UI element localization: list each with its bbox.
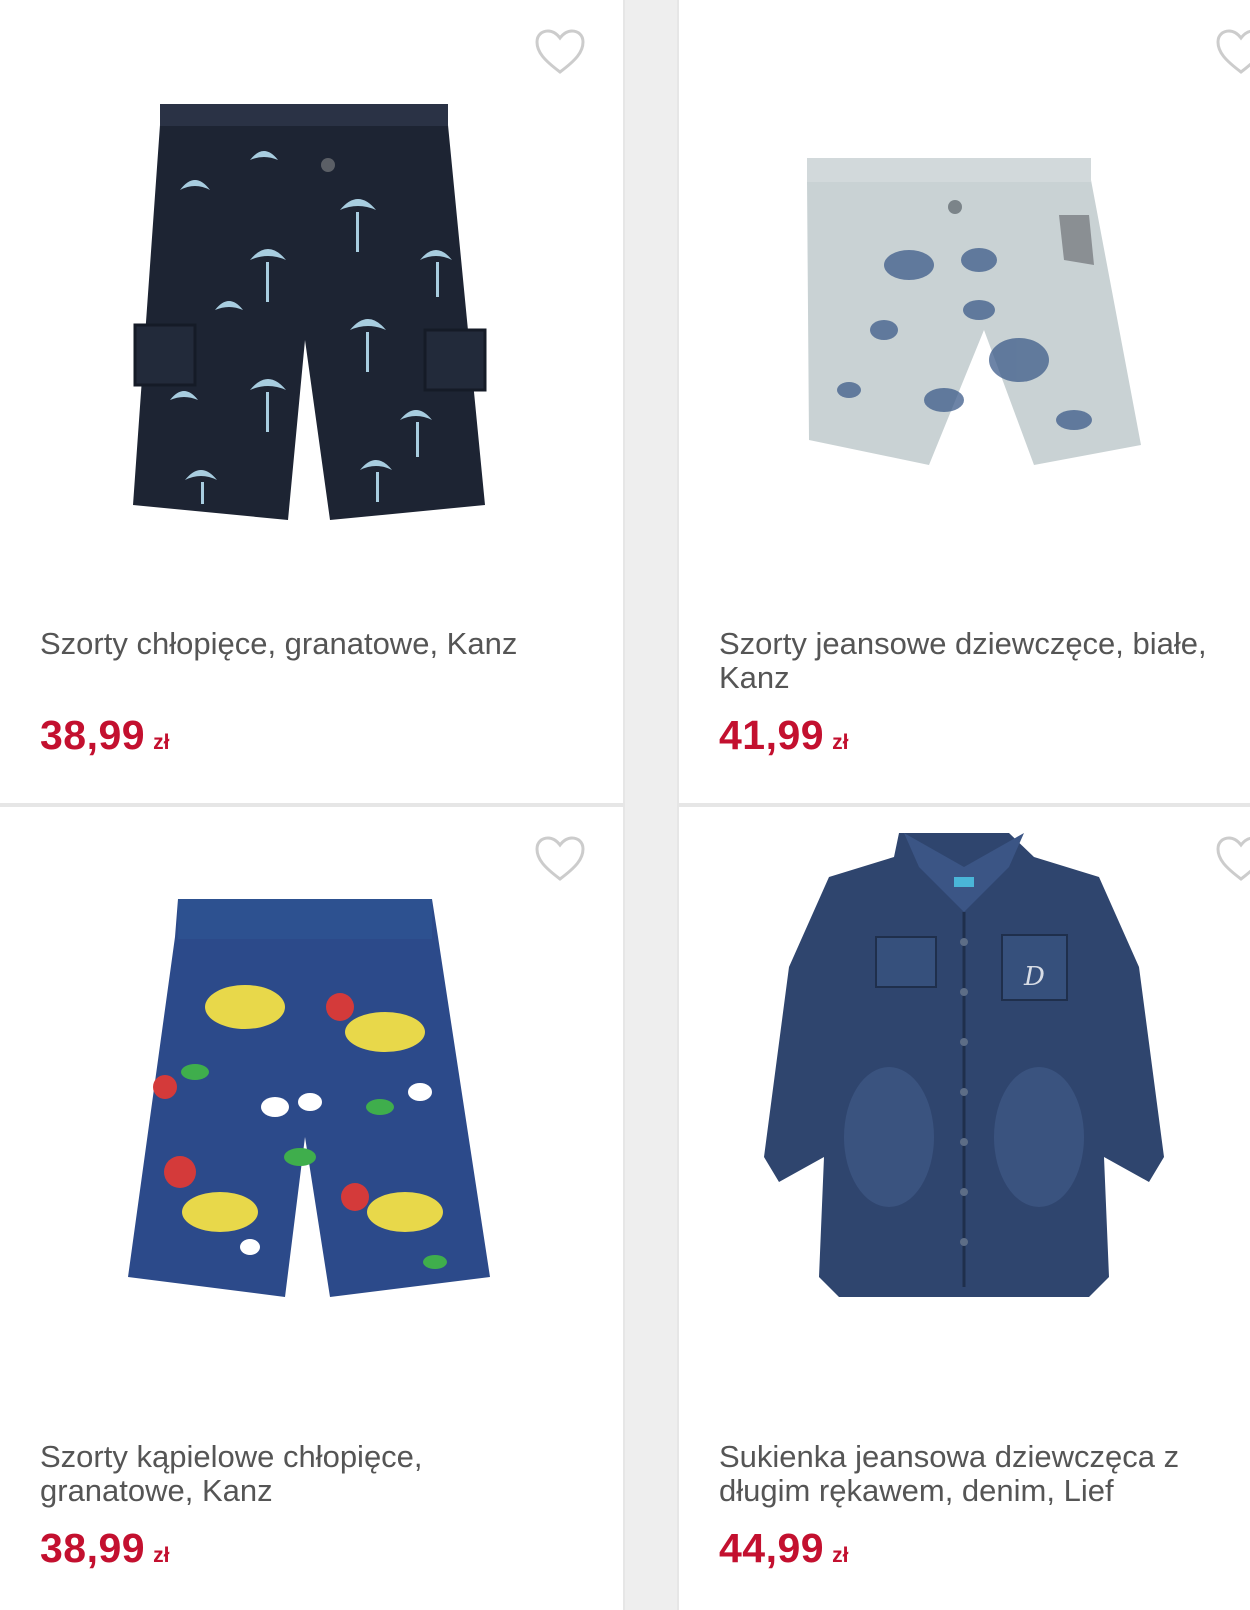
product-card[interactable]: Szorty chłopięce, granatowe, Kanz 38,99 z…	[0, 0, 625, 805]
price-currency: zł	[153, 731, 170, 754]
product-grid: Szorty chłopięce, granatowe, Kanz 38,99 z…	[0, 0, 1250, 1610]
product-card[interactable]: Szorty jeansowe dziewczęce, białe, Kanz …	[677, 0, 1250, 805]
comic-print-swim-shorts-image	[128, 899, 490, 1297]
product-price: 38,99 zł	[40, 712, 169, 759]
favorite-heart-icon[interactable]	[1215, 835, 1250, 883]
product-card[interactable]: Szorty kąpielowe chłopięce, granatowe, K…	[0, 805, 625, 1610]
product-title[interactable]: Sukienka jeansowa dziewczęca z długim rę…	[719, 1440, 1250, 1508]
product-title[interactable]: Szorty kąpielowe chłopięce, granatowe, K…	[40, 1440, 600, 1508]
product-image[interactable]	[679, 0, 1250, 600]
price-amount: 38,99	[40, 712, 146, 758]
product-title-line: długim rękawem, denim, Lief	[719, 1473, 1114, 1508]
product-title-line: granatowe, Kanz	[40, 1473, 273, 1508]
palm-print-shorts-image	[133, 104, 487, 520]
price-currency: zł	[832, 1544, 849, 1567]
product-title-line: Szorty kąpielowe chłopięce,	[40, 1439, 423, 1474]
favorite-heart-icon[interactable]	[1215, 28, 1250, 76]
price-amount: 44,99	[719, 1525, 825, 1571]
price-amount: 38,99	[40, 1525, 146, 1571]
product-title-line: Kanz	[719, 660, 790, 695]
product-title-line: Sukienka jeansowa dziewczęca z	[719, 1439, 1180, 1474]
product-price: 41,99 zł	[719, 712, 848, 759]
product-title[interactable]: Szorty chłopięce, granatowe, Kanz	[40, 627, 600, 661]
product-image[interactable]	[0, 807, 623, 1407]
product-card[interactable]: D Sukienka jeansowa dziewczęca z długim …	[677, 805, 1250, 1610]
price-currency: zł	[832, 731, 849, 754]
favorite-heart-icon[interactable]	[534, 835, 586, 883]
price-currency: zł	[153, 1544, 170, 1567]
denim-shirt-dress-image: D	[764, 833, 1164, 1297]
product-title-line: Szorty jeansowe dziewczęce, białe,	[719, 626, 1207, 661]
svg-text:D: D	[1023, 962, 1045, 992]
product-price: 44,99 zł	[719, 1525, 848, 1572]
product-price: 38,99 zł	[40, 1525, 169, 1572]
product-title[interactable]: Szorty jeansowe dziewczęce, białe, Kanz	[719, 627, 1250, 695]
price-amount: 41,99	[719, 712, 825, 758]
product-image[interactable]: D	[679, 807, 1250, 1407]
favorite-heart-icon[interactable]	[534, 28, 586, 76]
tie-dye-denim-shorts-image	[807, 158, 1141, 465]
product-image[interactable]	[0, 0, 623, 600]
